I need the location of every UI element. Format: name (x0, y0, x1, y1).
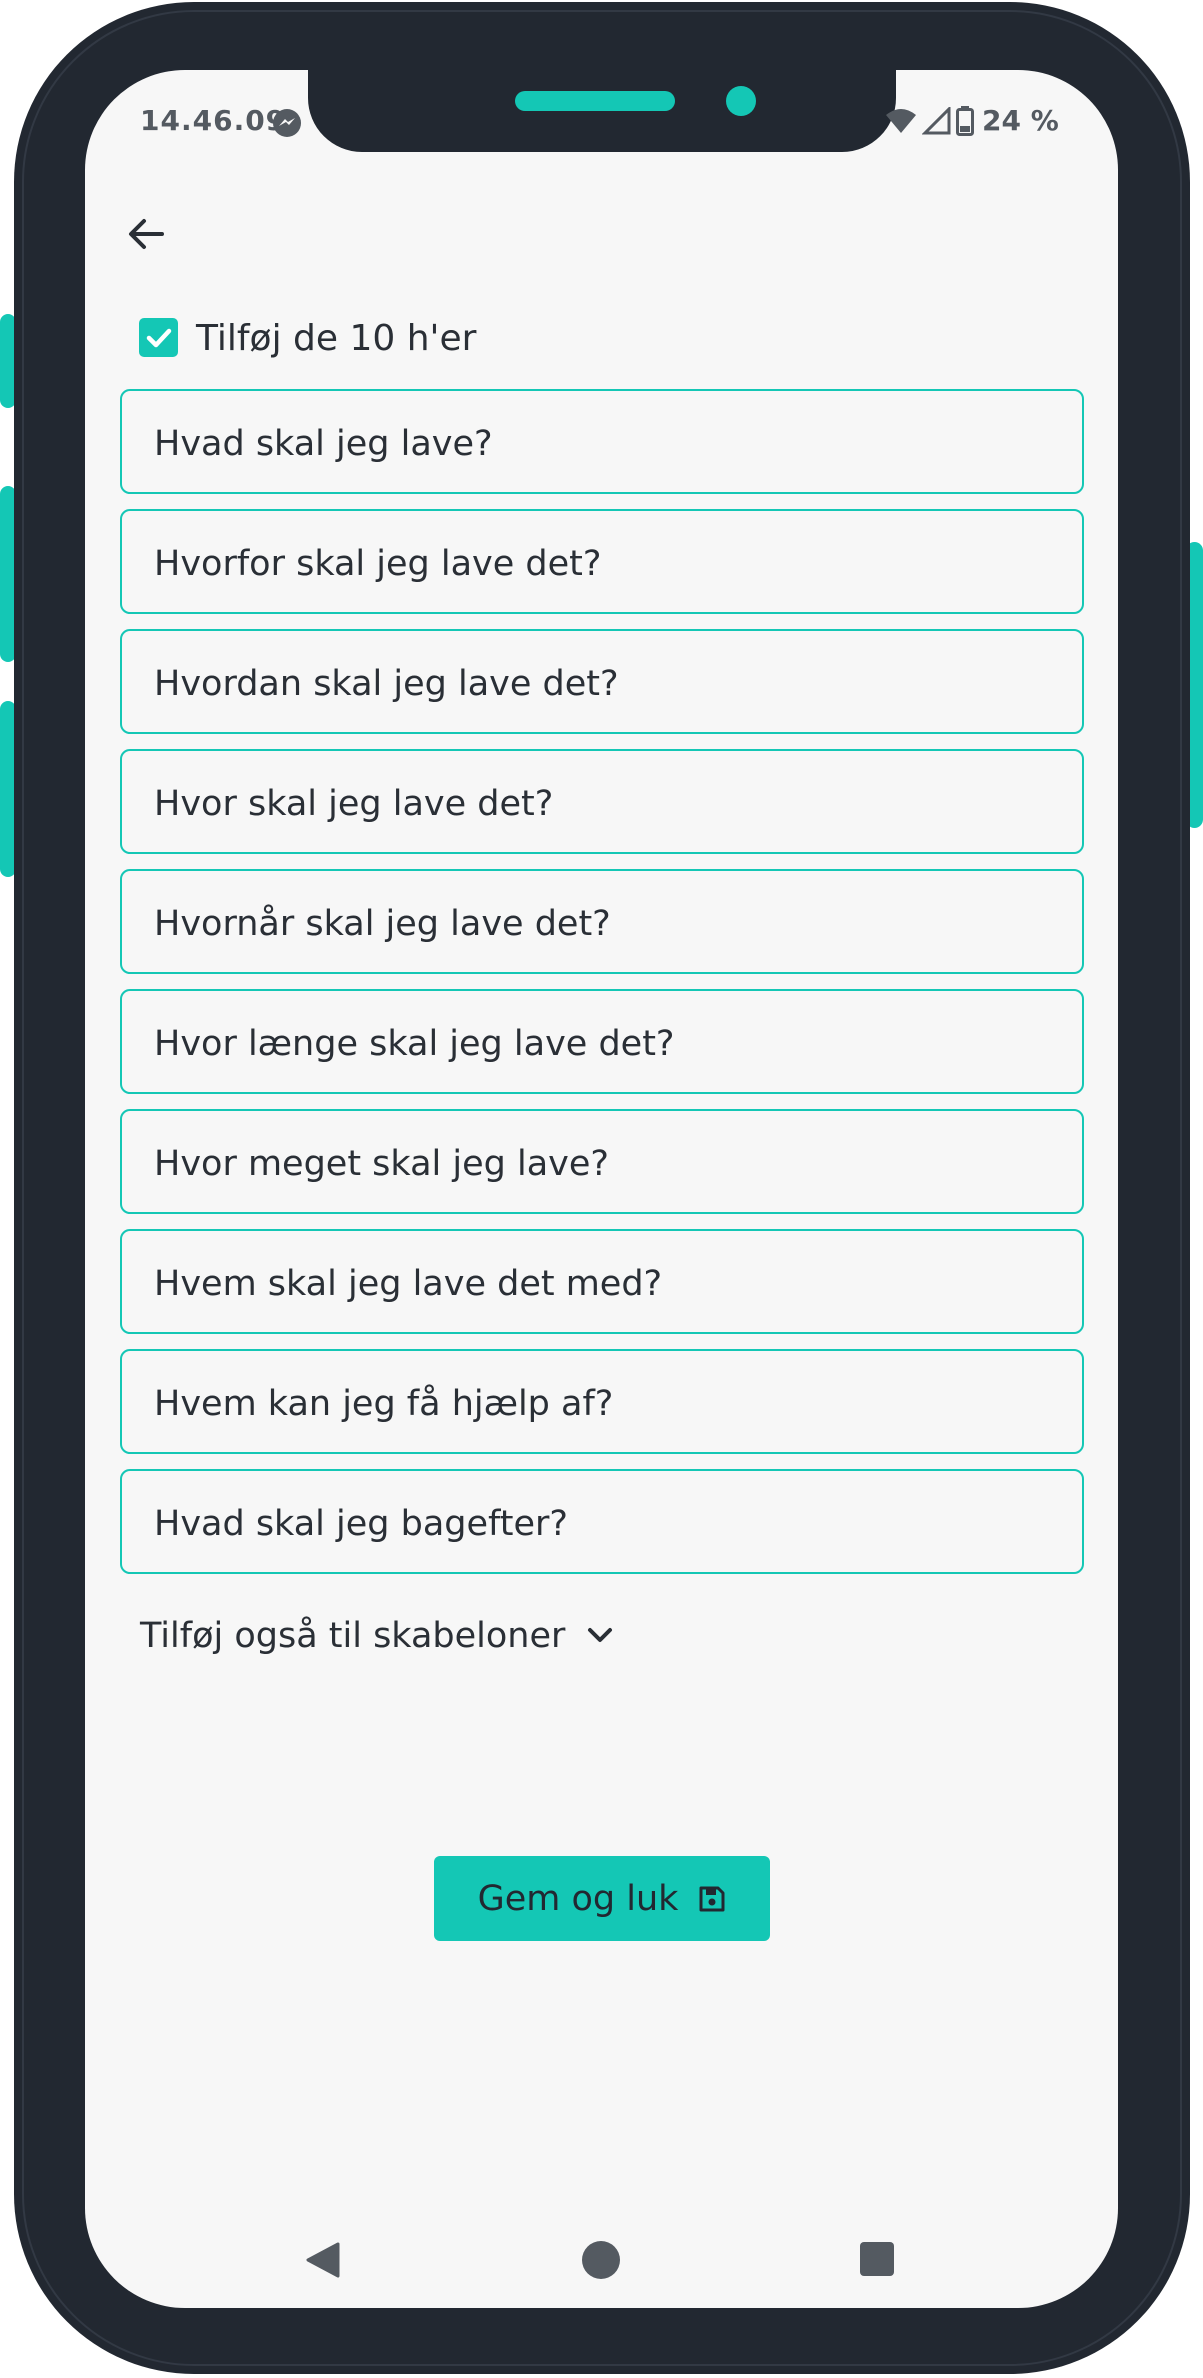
triangle-back-icon[interactable] (305, 2241, 341, 2279)
status-icons: 24 % (884, 104, 1059, 137)
save-and-close-label: Gem og luk (477, 1878, 679, 1919)
wifi-icon (886, 108, 916, 133)
question-field[interactable]: Hvornår skal jeg lave det? (120, 869, 1084, 974)
chevron-down-icon (588, 1628, 613, 1642)
save-and-close-button[interactable]: Gem og luk (434, 1856, 770, 1941)
speaker-grille (515, 91, 675, 111)
add-ten-hs-label[interactable]: Tilføj de 10 h'er (196, 316, 476, 362)
questions-list: Hvad skal jeg lave? Hvorfor skal jeg lav… (120, 389, 1084, 1589)
battery-icon (956, 105, 974, 136)
question-field[interactable]: Hvor meget skal jeg lave? (120, 1109, 1084, 1214)
floppy-disk-icon (699, 1886, 725, 1911)
question-field[interactable]: Hvem skal jeg lave det med? (120, 1229, 1084, 1334)
circle-home-icon[interactable] (582, 2241, 620, 2279)
signal-icon (922, 106, 951, 134)
question-field[interactable]: Hvad skal jeg lave? (120, 389, 1084, 494)
add-to-templates-toggle[interactable]: Tilføj også til skabeloner (140, 1616, 613, 1656)
battery-percentage: 24 % (982, 104, 1059, 137)
square-recent-icon[interactable] (860, 2242, 894, 2276)
messenger-icon (273, 109, 301, 137)
question-field[interactable]: Hvorfor skal jeg lave det? (120, 509, 1084, 614)
question-field[interactable]: Hvem kan jeg få hjælp af? (120, 1349, 1084, 1454)
arrow-left-icon[interactable] (124, 212, 168, 256)
question-field[interactable]: Hvordan skal jeg lave det? (120, 629, 1084, 734)
check-icon (146, 328, 171, 347)
add-to-templates-label: Tilføj også til skabeloner (140, 1616, 566, 1656)
question-field[interactable]: Hvad skal jeg bagefter? (120, 1469, 1084, 1574)
camera-notch (308, 70, 896, 152)
question-field[interactable]: Hvor skal jeg lave det? (120, 749, 1084, 854)
add-ten-hs-checkbox[interactable] (139, 318, 178, 357)
question-field[interactable]: Hvor længe skal jeg lave det? (120, 989, 1084, 1094)
front-camera (726, 86, 756, 116)
status-time: 14.46.09 (140, 104, 287, 137)
